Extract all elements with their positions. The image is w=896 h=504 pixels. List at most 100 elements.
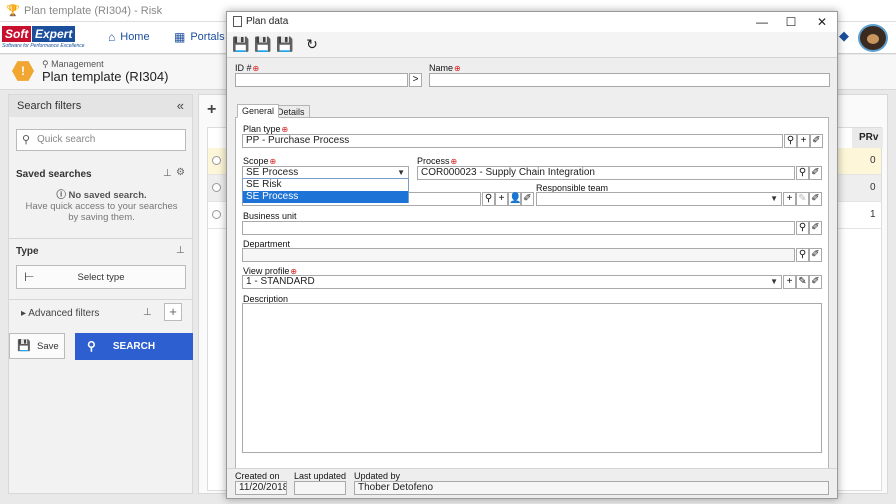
search-button[interactable]: ⚲ SEARCH: [75, 333, 193, 360]
last-updated-field: [294, 481, 346, 495]
responsible-clear-icon[interactable]: ✐: [521, 192, 534, 206]
row-radio[interactable]: [212, 156, 221, 165]
type-title: Type: [16, 246, 39, 257]
window-title: Plan template (RI304) - Risk: [24, 4, 163, 17]
select-type-label: Select type: [77, 272, 125, 283]
nav-portals[interactable]: ▦ Portals: [174, 30, 225, 44]
name-field[interactable]: [429, 73, 830, 87]
gear-icon[interactable]: ⚙: [176, 167, 185, 178]
logo-soft: Soft: [2, 26, 32, 42]
refresh-icon[interactable]: ↻: [304, 36, 320, 52]
responsible-user-icon[interactable]: 👤: [508, 192, 521, 206]
business-unit-search-icon[interactable]: ⚲: [796, 221, 809, 235]
filters-header-label: Search filters: [17, 100, 82, 112]
view-profile-edit-icon[interactable]: ✎: [796, 275, 809, 289]
process-clear-icon[interactable]: ✐: [809, 166, 822, 180]
risk-module-icon: !: [12, 61, 34, 81]
responsible-team-edit-icon[interactable]: ✎: [796, 192, 809, 206]
home-icon: ⌂: [108, 30, 116, 44]
plan-type-field[interactable]: PP - Purchase Process: [242, 134, 783, 148]
breadcrumb-label: Management: [51, 59, 104, 69]
responsible-team-clear-icon[interactable]: ✐: [809, 192, 822, 206]
chevron-down-icon: ▼: [770, 277, 778, 286]
responsible-team-select[interactable]: ▼: [536, 192, 782, 206]
dialog-toolbar: 💾 💾 💾 ↻: [227, 32, 837, 58]
business-unit-clear-icon[interactable]: ✐: [809, 221, 822, 235]
advanced-filters-toggle[interactable]: ▸ Advanced filters: [21, 308, 99, 319]
nav-home-label: Home: [120, 31, 150, 43]
save-button[interactable]: 💾 Save: [9, 333, 65, 359]
plan-type-search-icon[interactable]: ⚲: [784, 134, 797, 148]
column-header-prv[interactable]: PRv: [852, 128, 883, 148]
tab-general[interactable]: General: [237, 104, 280, 118]
process-field[interactable]: COR000023 - Supply Chain Integration: [417, 166, 795, 180]
scope-dropdown-list: SE Risk SE Process: [242, 178, 409, 203]
select-type-button[interactable]: ⊢ Select type: [16, 265, 186, 289]
pin-icon[interactable]: ⊥: [163, 168, 172, 179]
maximize-button[interactable]: ☐: [778, 14, 804, 30]
tree-icon: ⊢: [24, 270, 35, 284]
add-record-icon[interactable]: +: [207, 101, 216, 119]
save-and-new-icon[interactable]: 💾: [232, 36, 249, 52]
dialog-footer: Created on 11/20/2018 Last updated Updat…: [227, 468, 837, 498]
user-avatar[interactable]: [858, 24, 888, 52]
business-unit-field[interactable]: [242, 221, 795, 235]
row-radio[interactable]: [212, 183, 221, 192]
save-icon[interactable]: 💾: [254, 36, 271, 52]
id-label-text: ID #: [235, 63, 252, 73]
no-saved-text: No saved search.: [68, 190, 147, 201]
responsible-add-icon[interactable]: +: [495, 192, 508, 206]
pin-icon[interactable]: ⊥: [176, 245, 185, 256]
plan-data-dialog: Plan data — ☐ ✕ 💾 💾 💾 ↻ ID #⊕ > Name⊕ Ge…: [226, 11, 838, 499]
document-icon: [233, 16, 242, 27]
row-prv: 0: [870, 182, 876, 193]
no-saved-searches: ⓘ No saved search. Have quick access to …: [25, 190, 178, 223]
updated-by-field: Thober Detofeno: [354, 481, 829, 495]
plan-type-add-icon[interactable]: +: [797, 134, 810, 148]
saved-searches-title: Saved searches: [16, 169, 92, 180]
softexpert-logo[interactable]: Soft Expert Software for Performance Exc…: [2, 26, 92, 50]
view-profile-value: 1 - STANDARD: [246, 276, 315, 287]
view-profile-add-icon[interactable]: +: [783, 275, 796, 289]
minimize-button[interactable]: —: [749, 14, 775, 30]
quick-search-placeholder: Quick search: [37, 134, 96, 145]
collapse-icon[interactable]: «: [177, 98, 184, 113]
view-profile-clear-icon[interactable]: ✐: [809, 275, 822, 289]
scope-option-se-process[interactable]: SE Process: [243, 191, 408, 203]
responsible-search-icon[interactable]: ⚲: [482, 192, 495, 206]
search-icon: ⚲: [87, 339, 96, 353]
pin-icon[interactable]: ⊥: [143, 307, 152, 318]
description-textarea[interactable]: [242, 303, 822, 453]
divider: [9, 238, 192, 239]
process-label-text: Process: [417, 156, 450, 166]
portals-icon: ▦: [174, 30, 186, 44]
department-clear-icon[interactable]: ✐: [809, 248, 822, 262]
dialog-body: ID #⊕ > Name⊕ General Details Plan type⊕…: [227, 58, 837, 473]
process-search-icon[interactable]: ⚲: [796, 166, 809, 180]
process-label: Process⊕: [417, 156, 458, 166]
page-title: Plan template (RI304): [42, 69, 169, 84]
responsible-team-add-icon[interactable]: +: [783, 192, 796, 206]
logo-expert: Expert: [32, 26, 76, 42]
plan-type-label-text: Plan type: [243, 124, 281, 134]
trophy-icon: 🏆: [6, 4, 20, 17]
close-button[interactable]: ✕: [809, 14, 835, 30]
row-radio[interactable]: [212, 210, 221, 219]
save-and-close-icon[interactable]: 💾: [276, 36, 293, 52]
search-filters-panel: Search filters « ⚲ Quick search Saved se…: [8, 94, 193, 494]
department-search-icon[interactable]: ⚲: [796, 248, 809, 262]
id-field[interactable]: [235, 73, 408, 87]
quick-search-input[interactable]: ⚲ Quick search: [16, 129, 186, 151]
department-field[interactable]: [242, 248, 795, 262]
nav-home[interactable]: ⌂ Home: [108, 30, 150, 44]
nav-portals-label: Portals: [190, 31, 225, 43]
logo-tagline: Software for Performance Excellence: [2, 43, 85, 49]
id-next-button[interactable]: >: [409, 73, 422, 87]
floppy-icon: 💾: [17, 340, 31, 352]
scope-label: Scope⊕: [243, 156, 277, 166]
add-filter-button[interactable]: +: [164, 303, 182, 321]
scope-select-value: SE Process: [246, 167, 299, 178]
view-profile-select[interactable]: 1 - STANDARD ▼: [242, 275, 782, 289]
plan-type-clear-icon[interactable]: ✐: [810, 134, 823, 148]
scope-option-se-risk[interactable]: SE Risk: [243, 179, 408, 191]
